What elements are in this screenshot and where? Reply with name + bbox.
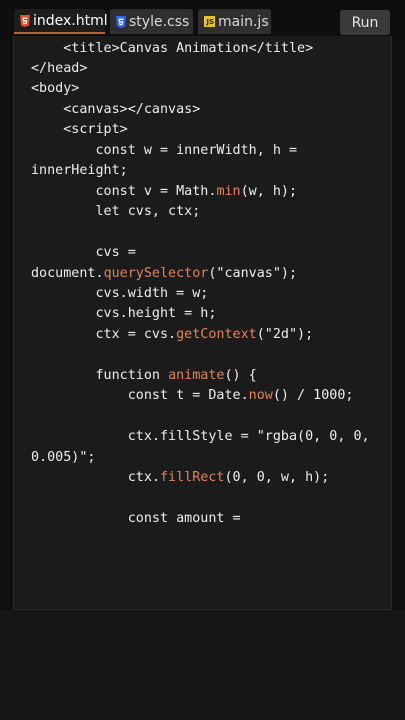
code-text: cvs = [31, 245, 136, 260]
code-line: 0.005)"; [31, 448, 96, 468]
code-text: </head> [31, 61, 88, 76]
code-function: min [216, 184, 241, 199]
tab-style-css[interactable]: style.css [110, 9, 193, 34]
code-text: <title>Canvas Animation</title> [31, 41, 314, 56]
code-line: cvs = [31, 243, 136, 263]
code-text: ctx.fillStyle = "rgba(0, 0, 0, [31, 429, 370, 444]
js-icon: JS [204, 16, 215, 27]
tab-label: main.js [218, 13, 269, 30]
code-text: () { [224, 368, 257, 383]
code-line: ctx.fillStyle = "rgba(0, 0, 0, [31, 427, 370, 447]
code-text: <canvas></canvas> [31, 102, 201, 117]
code-line: let cvs, ctx; [31, 202, 200, 222]
code-text: () / 1000; [272, 388, 354, 403]
code-line: <title>Canvas Animation</title> [31, 39, 313, 59]
code-line: const amount = [31, 509, 241, 529]
code-line: ctx = cvs.getContext("2d"); [31, 325, 313, 345]
bottom-panel [0, 610, 405, 720]
tab-index-html[interactable]: index.html [14, 9, 108, 34]
code-text: cvs.height = h; [31, 306, 217, 321]
code-function: animate [168, 368, 225, 383]
code-line: </head> [31, 59, 87, 79]
code-line: <canvas></canvas> [31, 100, 200, 120]
css3-icon [116, 15, 126, 28]
code-line: cvs.width = w; [31, 284, 208, 304]
tab-label: index.html [33, 12, 108, 29]
code-text: const amount = [31, 511, 241, 526]
code-text: 0.005)"; [31, 450, 96, 465]
code-line: const t = Date.now() / 1000; [31, 386, 354, 406]
run-button[interactable]: Run [340, 10, 390, 35]
code-text: cvs.width = w; [31, 286, 209, 301]
code-text: ctx. [31, 470, 160, 485]
code-line: ctx.fillRect(0, 0, w, h); [31, 468, 330, 488]
html5-icon [20, 14, 30, 27]
code-line: innerHeight; [31, 161, 128, 181]
code-text: innerHeight; [31, 163, 128, 178]
code-line: <body> [31, 79, 79, 99]
code-text: function [31, 368, 169, 383]
code-text: (w, h); [240, 184, 298, 199]
code-text: const t = Date. [31, 388, 249, 403]
code-function: fillRect [160, 470, 225, 485]
code-text: const w = innerWidth, h = [31, 143, 298, 158]
tab-main-js[interactable]: JS main.js [198, 9, 271, 34]
code-line: document.querySelector("canvas"); [31, 264, 297, 284]
code-line: const w = innerWidth, h = [31, 141, 297, 161]
code-text: let cvs, ctx; [31, 204, 201, 219]
code-line: <script> [31, 120, 128, 140]
code-text: const v = Math. [31, 184, 217, 199]
code-text: ("2d"); [256, 327, 314, 342]
code-function: getContext [176, 327, 257, 342]
code-line: cvs.height = h; [31, 304, 216, 324]
code-text: (0, 0, w, h); [224, 470, 330, 485]
code-function: querySelector [103, 266, 209, 281]
tab-bar: index.html style.css JS main.js Run [0, 0, 405, 40]
tab-label: style.css [129, 13, 190, 30]
code-text: ("canvas"); [208, 266, 298, 281]
code-text: <script> [31, 122, 128, 137]
code-line: function animate() { [31, 366, 257, 386]
code-line: const v = Math.min(w, h); [31, 182, 297, 202]
code-text: ctx = cvs. [31, 327, 177, 342]
code-text: document. [31, 266, 104, 281]
code-function: now [248, 388, 273, 403]
code-editor[interactable]: <title>Canvas Animation</title> </head> … [13, 36, 392, 610]
code-text: <body> [31, 81, 80, 96]
